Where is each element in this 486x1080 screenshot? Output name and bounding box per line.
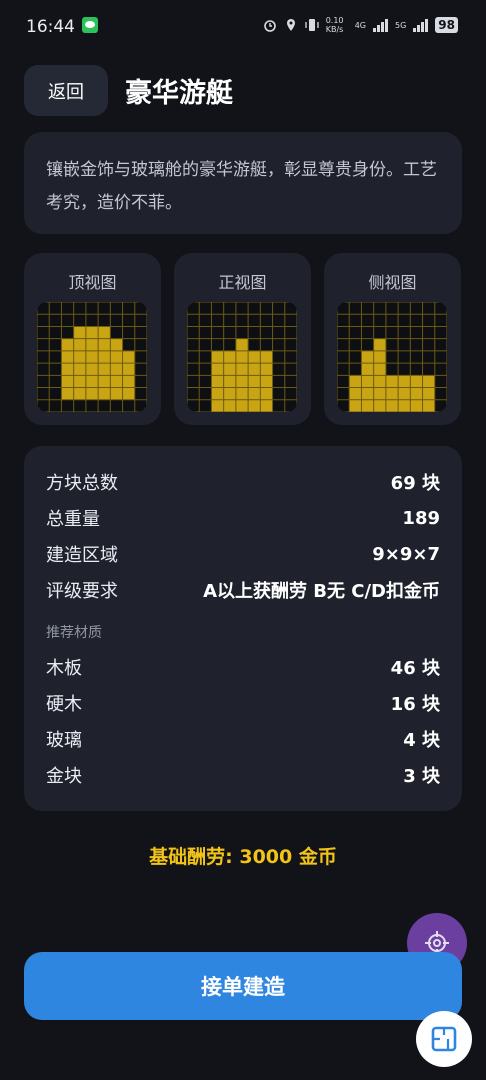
stat-value: 189	[402, 507, 440, 529]
block-cell	[110, 363, 123, 376]
block-cell	[98, 326, 111, 339]
side-view-title: 侧视图	[368, 273, 417, 292]
block-cell	[73, 363, 86, 376]
material-row: 金块 3 块	[46, 760, 440, 790]
block-column	[410, 375, 423, 412]
signal-icon	[373, 18, 388, 32]
stat-label: 总重量	[46, 509, 100, 530]
block-column	[260, 350, 273, 412]
block-cell	[73, 326, 86, 339]
block-cell	[85, 338, 99, 351]
material-name: 硬木	[46, 694, 82, 715]
stat-row-grade: 评级要求 A以上获酬劳 B无 C/D扣金币	[46, 575, 440, 605]
material-row: 玻璃 4 块	[46, 724, 440, 754]
material-qty: 4 块	[403, 730, 440, 751]
block-column	[211, 350, 224, 412]
signal-icon-2	[413, 18, 429, 32]
block-column	[223, 350, 236, 412]
location-icon	[286, 19, 295, 31]
block-cell	[85, 326, 99, 339]
block-cell	[85, 387, 99, 400]
stat-label: 方块总数	[46, 473, 118, 494]
stat-row-area: 建造区域 9×9×7	[46, 539, 440, 569]
status-time: 16:44	[26, 17, 75, 37]
block-cell	[110, 387, 123, 400]
block-cell	[61, 350, 74, 364]
side-view-grid	[337, 302, 447, 412]
status-bar: 16:44 0.10 KB/s 4G 5G 98	[0, 0, 486, 52]
status-icons: 0.10 KB/s 4G 5G 98	[263, 16, 458, 34]
material-name: 木板	[46, 658, 82, 679]
stat-label: 建造区域	[46, 545, 118, 566]
stat-row-weight: 总重量 189	[46, 503, 440, 533]
side-view-card: 侧视图	[324, 253, 461, 425]
block-column	[398, 375, 411, 412]
block-column	[422, 375, 435, 412]
vibrate-icon	[305, 19, 319, 31]
top-view-grid	[37, 302, 147, 412]
page-title: 豪华游艇	[125, 78, 233, 109]
blueprint-fab[interactable]	[416, 1011, 472, 1067]
wechat-icon	[82, 17, 98, 33]
stat-label: 评级要求	[46, 581, 118, 602]
block-cell	[122, 350, 135, 364]
material-row: 硬木 16 块	[46, 688, 440, 718]
material-qty: 46 块	[390, 658, 440, 679]
material-name: 金块	[46, 766, 82, 787]
battery-icon: 98	[435, 17, 458, 33]
block-cell	[61, 363, 74, 376]
stat-value: 69 块	[390, 473, 440, 494]
back-button[interactable]: 返回	[24, 65, 108, 116]
block-cell	[61, 375, 74, 388]
block-column	[248, 350, 261, 412]
block-cell	[73, 387, 86, 400]
network-4g: 4G	[354, 20, 366, 30]
material-qty: 3 块	[403, 766, 440, 787]
block-cell	[110, 375, 123, 388]
block-cell	[98, 350, 111, 364]
material-name: 玻璃	[46, 730, 82, 751]
block-cell	[110, 350, 123, 364]
block-cell	[61, 387, 74, 400]
block-cell	[98, 338, 111, 351]
top-view-title: 顶视图	[68, 273, 117, 292]
blueprint-icon	[431, 1026, 457, 1052]
block-column	[349, 375, 362, 412]
block-cell	[61, 338, 74, 351]
block-cell	[98, 387, 111, 400]
block-cell	[73, 350, 86, 364]
block-cell	[98, 375, 111, 388]
stat-value: A以上获酬劳 B无 C/D扣金币	[203, 581, 440, 602]
materials-heading: 推荐材质	[46, 625, 102, 641]
front-view-title: 正视图	[218, 273, 267, 292]
description-text: 镶嵌金饰与玻璃舱的豪华游艇，彰显尊贵身份。工艺考究，造价不菲。	[46, 160, 437, 213]
block-cell	[110, 338, 123, 351]
front-view-grid	[187, 302, 297, 412]
block-column	[385, 375, 399, 412]
block-cell	[85, 363, 99, 376]
stat-value: 9×9×7	[372, 543, 440, 565]
block-cell	[73, 338, 86, 351]
block-cell	[85, 375, 99, 388]
description-card: 镶嵌金饰与玻璃舱的豪华游艇，彰显尊贵身份。工艺考究，造价不菲。	[24, 132, 462, 234]
block-column	[361, 350, 374, 412]
block-cell	[122, 363, 135, 376]
alarm-icon	[263, 20, 276, 32]
top-view-card: 顶视图	[24, 253, 161, 425]
stat-row-blocks: 方块总数 69 块	[46, 467, 440, 497]
network-5g: 5G	[395, 20, 407, 30]
reward-text: 基础酬劳: 3000 金币	[149, 846, 337, 868]
block-cell	[122, 387, 135, 400]
stats-card: 方块总数 69 块 总重量 189 建造区域 9×9×7 评级要求 A以上获酬劳…	[24, 446, 462, 811]
net-speed: 0.10 KB/s	[325, 16, 344, 34]
block-cell	[85, 350, 99, 364]
accept-build-button[interactable]: 接单建造	[24, 952, 462, 1020]
block-cell	[98, 363, 111, 376]
front-view-card: 正视图	[174, 253, 311, 425]
material-row: 木板 46 块	[46, 652, 440, 682]
block-cell	[122, 375, 135, 388]
material-qty: 16 块	[390, 694, 440, 715]
block-cell	[73, 375, 86, 388]
